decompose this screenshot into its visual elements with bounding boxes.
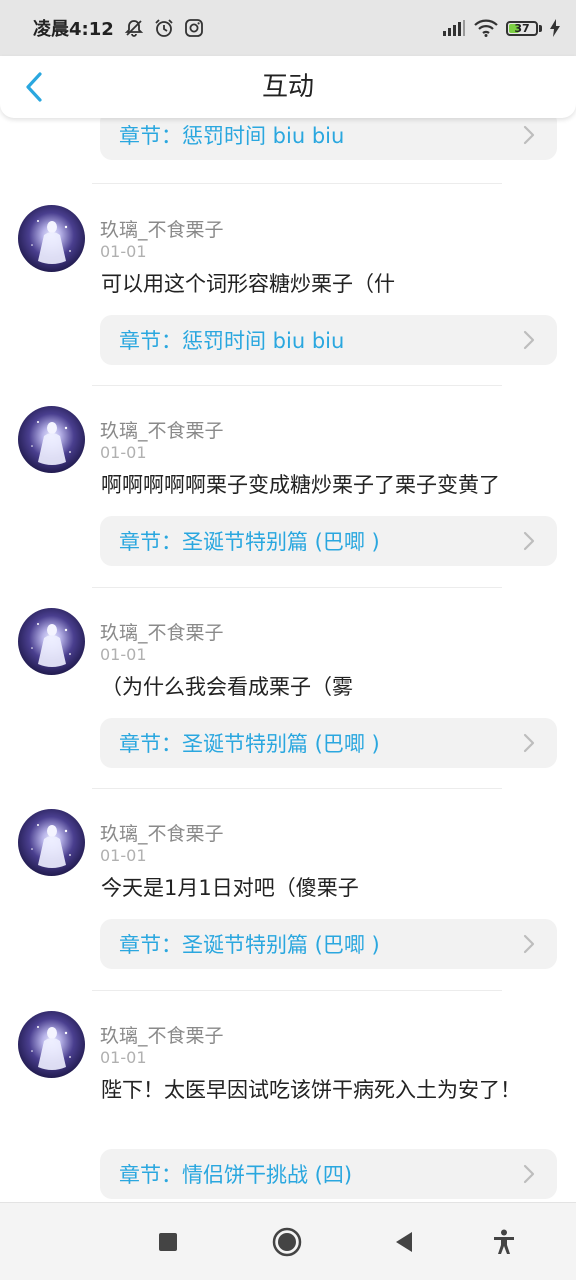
chapter-label: 章节：圣诞节特别篇 (巴唧 ) bbox=[119, 933, 380, 957]
system-nav-bar bbox=[0, 1202, 576, 1280]
chevron-right-icon bbox=[523, 531, 535, 551]
chapter-link[interactable]: 章节：圣诞节特别篇 (巴唧 ) bbox=[100, 516, 557, 566]
comment-text: 啊啊啊啊啊栗子变成糖炒栗子了栗子变黄了 bbox=[101, 473, 500, 497]
page-title: 互动 bbox=[261, 72, 314, 102]
battery-icon: 37 bbox=[506, 20, 542, 36]
chevron-right-icon bbox=[523, 330, 535, 350]
divider bbox=[92, 183, 502, 184]
status-bar: 凌晨4:12 37 bbox=[0, 0, 576, 56]
comment-date: 01-01 bbox=[100, 1048, 147, 1067]
chapter-label: 章节：圣诞节特别篇 (巴唧 ) bbox=[119, 732, 380, 756]
comment-text: 陛下！太医早因试吃该饼干病死入土为安了！ bbox=[101, 1078, 521, 1102]
chapter-link[interactable]: 章节：情侣饼干挑战 (四) bbox=[100, 1149, 557, 1199]
divider bbox=[92, 990, 502, 991]
divider bbox=[92, 788, 502, 789]
wifi-icon bbox=[474, 19, 498, 37]
comment-text: （为什么我会看成栗子（雾 bbox=[101, 675, 353, 699]
username[interactable]: 玖璃_不食栗子 bbox=[100, 618, 224, 645]
username[interactable]: 玖璃_不食栗子 bbox=[100, 819, 224, 846]
chapter-link[interactable]: 章节：惩罚时间 biu biu bbox=[100, 315, 557, 365]
battery-cap bbox=[539, 24, 542, 32]
username[interactable]: 玖璃_不食栗子 bbox=[100, 416, 224, 443]
instagram-icon bbox=[184, 18, 204, 38]
battery-level: 37 bbox=[514, 21, 530, 35]
chapter-label: 章节：惩罚时间 biu biu bbox=[119, 124, 345, 148]
nav-back-button[interactable] bbox=[387, 1225, 421, 1259]
chevron-right-icon bbox=[523, 934, 535, 954]
chevron-right-icon bbox=[523, 1164, 535, 1184]
status-time: 凌晨4:12 bbox=[33, 19, 114, 40]
recent-apps-button[interactable] bbox=[151, 1225, 185, 1259]
chapter-label: 章节：惩罚时间 biu biu bbox=[119, 329, 345, 353]
chapter-link[interactable]: 章节：圣诞节特别篇 (巴唧 ) bbox=[100, 718, 557, 768]
avatar[interactable] bbox=[18, 205, 85, 272]
avatar[interactable] bbox=[18, 608, 85, 675]
status-right: 37 bbox=[442, 19, 560, 37]
home-icon bbox=[272, 1227, 302, 1257]
signal-icon bbox=[442, 20, 466, 36]
username[interactable]: 玖璃_不食栗子 bbox=[100, 215, 224, 242]
avatar[interactable] bbox=[18, 406, 85, 473]
chevron-right-icon bbox=[523, 125, 535, 145]
comment-date: 01-01 bbox=[100, 846, 147, 865]
comment-date: 01-01 bbox=[100, 443, 147, 462]
mute-icon bbox=[124, 18, 144, 38]
battery-body: 37 bbox=[506, 20, 538, 36]
accessibility-button[interactable] bbox=[487, 1225, 521, 1259]
accessibility-icon bbox=[494, 1229, 514, 1254]
chapter-label: 章节：圣诞节特别篇 (巴唧 ) bbox=[119, 530, 380, 554]
comment-list[interactable]: 章节：惩罚时间 biu biu 玖璃_不食栗子 01-01 可以用这个词形容糖炒… bbox=[0, 118, 576, 1202]
chapter-link[interactable]: 章节：圣诞节特别篇 (巴唧 ) bbox=[100, 919, 557, 969]
back-icon bbox=[396, 1232, 412, 1252]
home-button[interactable] bbox=[270, 1225, 304, 1259]
alarm-icon bbox=[154, 18, 174, 38]
top-app-bar: 互动 bbox=[0, 56, 576, 118]
chevron-right-icon bbox=[523, 733, 535, 753]
avatar[interactable] bbox=[18, 809, 85, 876]
status-left: 凌晨4:12 bbox=[33, 15, 204, 41]
divider bbox=[92, 385, 502, 386]
charging-icon bbox=[550, 19, 560, 37]
comment-date: 01-01 bbox=[100, 645, 147, 664]
comment-text: 今天是1月1日对吧（傻栗子 bbox=[101, 876, 359, 900]
username[interactable]: 玖璃_不食栗子 bbox=[100, 1021, 224, 1048]
recent-apps-icon bbox=[159, 1233, 177, 1251]
chapter-link[interactable]: 章节：惩罚时间 biu biu bbox=[100, 118, 557, 160]
divider bbox=[92, 587, 502, 588]
chapter-label: 章节：情侣饼干挑战 (四) bbox=[119, 1163, 353, 1187]
comment-date: 01-01 bbox=[100, 242, 147, 261]
avatar[interactable] bbox=[18, 1011, 85, 1078]
comment-text: 可以用这个词形容糖炒栗子（什 bbox=[101, 272, 395, 296]
